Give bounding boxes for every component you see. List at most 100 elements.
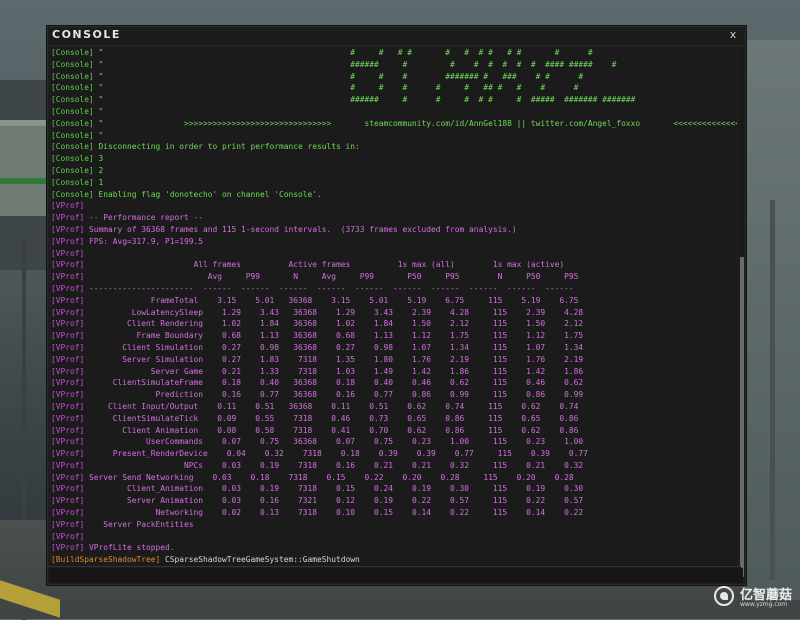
- console-line-tag: [VProf]: [51, 460, 85, 470]
- console-line-tag: [VProf]: [51, 508, 85, 518]
- watermark-logo-icon: [714, 586, 734, 606]
- console-line-tag: [Console]: [51, 142, 94, 152]
- console-line-tag: [Console]: [51, 71, 94, 81]
- console-line: [VProf] Server Animation 0.03 0.16 7321 …: [51, 495, 737, 507]
- console-line: [VProf] Server Game 0.21 1.33 7318 1.03 …: [51, 366, 737, 378]
- console-line: [VProf] ClientSimulateFrame 0.18 0.40 36…: [51, 377, 737, 389]
- scrollbar-thumb[interactable]: [740, 257, 744, 577]
- console-line-text: Summary of 36368 frames and 115 1-second…: [84, 224, 517, 234]
- console-line: [VProf] Server Send Networking 0.03 0.18…: [51, 472, 737, 484]
- console-line-text: Enabling flag 'donotecho' on channel 'Co…: [93, 189, 322, 199]
- console-line-tag: [VProf]: [51, 236, 85, 246]
- console-line-tag: [VProf]: [51, 307, 85, 317]
- console-line: [VProf] LowLatencySleep 1.29 3.43 36368 …: [51, 307, 737, 319]
- console-line: [VProf] All frames Active frames 1s max …: [51, 259, 737, 271]
- console-line: [VProf] ClientSimulateTick 0.09 0.55 731…: [51, 413, 737, 425]
- console-line-tag: [VProf]: [51, 354, 85, 364]
- console-line: [VProf] -- Performance report --: [51, 212, 737, 224]
- console-line-tag: [Console]: [51, 165, 94, 175]
- console-line: [Console] 2: [51, 165, 737, 177]
- console-line-tag: [Console]: [51, 106, 94, 116]
- console-line-tag: [VProf]: [51, 260, 85, 270]
- console-line-text: Client Simulation 0.27 0.98 36368 0.27 0…: [84, 342, 584, 352]
- console-line: [VProf] Networking 0.02 0.13 7318 0.10 0…: [51, 507, 737, 519]
- console-line-tag: [VProf]: [51, 366, 85, 376]
- console-line: [Console] " # # # ####### # ### # # #: [51, 71, 737, 83]
- console-line-tag: [VProf]: [51, 543, 85, 553]
- console-line-text: " ###### # # # # # # ##### ####### #####…: [93, 95, 636, 105]
- console-line: [VProf]: [51, 248, 737, 260]
- console-line-tag: [VProf]: [51, 283, 85, 293]
- console-input[interactable]: [49, 568, 743, 583]
- console-line-text: Server Animation 0.03 0.16 7321 0.12 0.1…: [84, 496, 584, 506]
- console-line: [BuildSparseShadowTree] CSparseShadowTre…: [51, 554, 737, 566]
- console-line-text: Client_Animation 0.03 0.19 7318 0.15 0.2…: [84, 484, 584, 494]
- console-line: [VProf]: [51, 531, 737, 543]
- console-line-tag: [VProf]: [51, 248, 85, 258]
- console-line-tag: [Console]: [51, 95, 94, 105]
- console-line: [VProf] Client Animation 0.08 0.58 7318 …: [51, 425, 737, 437]
- console-line-text: " ###### # # # # # # # #### ##### #: [93, 59, 617, 69]
- console-line: [Console] Enabling flag 'donotecho' on c…: [51, 189, 737, 201]
- console-line-text: FrameTotal 3.15 5.01 36368 3.15 5.01 5.1…: [84, 295, 579, 305]
- console-line-tag: [VProf]: [51, 331, 85, 341]
- console-line-tag: [VProf]: [51, 496, 85, 506]
- console-scrollbar[interactable]: [739, 47, 745, 578]
- console-output[interactable]: [Console] " # # # # # # # # # # # # [Cons…: [51, 47, 737, 578]
- console-line-tag: [VProf]: [51, 401, 85, 411]
- console-line-tag: [Console]: [51, 118, 94, 128]
- console-line-text: Client Input/Output 0.11 0.51 36368 0.11…: [84, 401, 579, 411]
- console-line: [VProf] Server PackEntities: [51, 519, 737, 531]
- console-title: CONSOLE: [52, 28, 121, 41]
- watermark: 亿智蘑菇 www.yzmg.com: [710, 582, 796, 612]
- console-line-text: " # # # ####### # ### # # #: [93, 71, 584, 81]
- console-line-tag: [Console]: [51, 83, 94, 93]
- console-line-tag: [Console]: [51, 189, 94, 199]
- console-line-tag: [VProf]: [51, 319, 85, 329]
- console-line-text: UserCommands 0.07 0.75 36368 0.07 0.75 0…: [84, 437, 584, 447]
- console-line: [VProf] Frame Boundary 0.68 1.13 36368 0…: [51, 330, 737, 342]
- console-line-text: Server Simulation 0.27 1.83 7318 1.35 1.…: [84, 354, 584, 364]
- console-line-text: FPS: Avg=317.9, P1=199.5: [84, 236, 204, 246]
- console-line-tag: [Console]: [51, 177, 94, 187]
- console-line: [VProf] Client Rendering 1.02 1.84 36368…: [51, 318, 737, 330]
- console-line-tag: [VProf]: [51, 472, 85, 482]
- console-line: [VProf] Client Input/Output 0.11 0.51 36…: [51, 401, 737, 413]
- console-line-text: Client Animation 0.08 0.58 7318 0.41 0.7…: [84, 425, 579, 435]
- close-icon[interactable]: x: [727, 28, 739, 42]
- console-line-tag: [VProf]: [51, 213, 85, 223]
- console-line: [Console] " # # # # # # # # # # # #: [51, 47, 737, 59]
- background-train: [0, 120, 50, 216]
- console-line-tag: [VProf]: [51, 390, 85, 400]
- console-line-text: Server PackEntities: [84, 519, 194, 529]
- console-line: [Console] 3: [51, 153, 737, 165]
- console-title-bar[interactable]: CONSOLE x: [48, 27, 745, 46]
- console-line: [Console] ": [51, 130, 737, 142]
- console-line-text: VProfLite stopped.: [84, 543, 175, 553]
- console-line-tag: [BuildSparseShadowTree]: [51, 555, 161, 565]
- console-line-text: CSparseShadowTreeGameSystem::GameShutdow…: [160, 555, 360, 565]
- console-line-text: Avg P99 N Avg P99 P50 P95 N P50 P95: [84, 272, 579, 282]
- console-line-text: Disconnecting in order to print performa…: [93, 142, 360, 152]
- console-line-text: LowLatencySleep 1.29 3.43 36368 1.29 3.4…: [84, 307, 584, 317]
- console-line-text: ClientSimulateTick 0.09 0.55 7318 0.46 0…: [84, 413, 579, 423]
- console-line-text: 2: [93, 165, 104, 175]
- console-line-tag: [VProf]: [51, 413, 85, 423]
- console-line-text: Present_RenderDevice 0.04 0.32 7318 0.18…: [84, 449, 588, 459]
- console-line: [Console] " ###### # # # # # # ##### ###…: [51, 94, 737, 106]
- console-line: [VProf] Avg P99 N Avg P99 P50 P95 N P50 …: [51, 271, 737, 283]
- console-line-text: ": [93, 106, 104, 116]
- console-line-text: NPCs 0.03 0.19 7318 0.16 0.21 0.21 0.32 …: [84, 460, 584, 470]
- console-line: [VProf] ---------------------- ------ --…: [51, 283, 737, 295]
- console-line: [Console] " ###### # # # # # # # #### ##…: [51, 59, 737, 71]
- console-line-text: Client Rendering 1.02 1.84 36368 1.02 1.…: [84, 319, 584, 329]
- console-line-text: Server Send Networking 0.03 0.18 7318 0.…: [84, 472, 574, 482]
- console-line-tag: [VProf]: [51, 201, 85, 211]
- console-line-tag: [Console]: [51, 130, 94, 140]
- console-line-text: ---------------------- ------ ------ ---…: [84, 283, 574, 293]
- console-line-text: 3: [93, 154, 104, 164]
- console-window: CONSOLE x [Console] " # # # # # # # # # …: [47, 26, 746, 585]
- console-line-tag: [VProf]: [51, 342, 85, 352]
- background-train-stripe: [0, 178, 50, 184]
- console-line-text: Networking 0.02 0.13 7318 0.10 0.15 0.14…: [84, 508, 584, 518]
